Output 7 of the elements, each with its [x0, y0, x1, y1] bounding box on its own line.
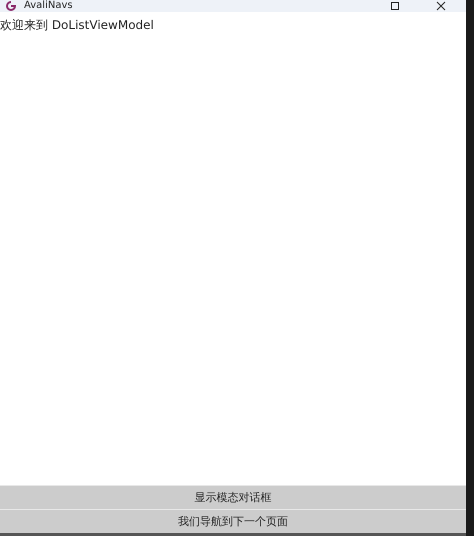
nav-button[interactable]: 我们导航到下一个页面 [0, 509, 466, 533]
nav-button[interactable]: 显示模态对话框 [0, 485, 466, 509]
close-icon[interactable] [436, 1, 446, 11]
app-icon [6, 1, 16, 11]
welcome-text: 欢迎来到 DoListViewModel [0, 18, 154, 32]
window-title: AvaliNavs [24, 0, 74, 12]
maximize-icon[interactable] [390, 1, 400, 11]
